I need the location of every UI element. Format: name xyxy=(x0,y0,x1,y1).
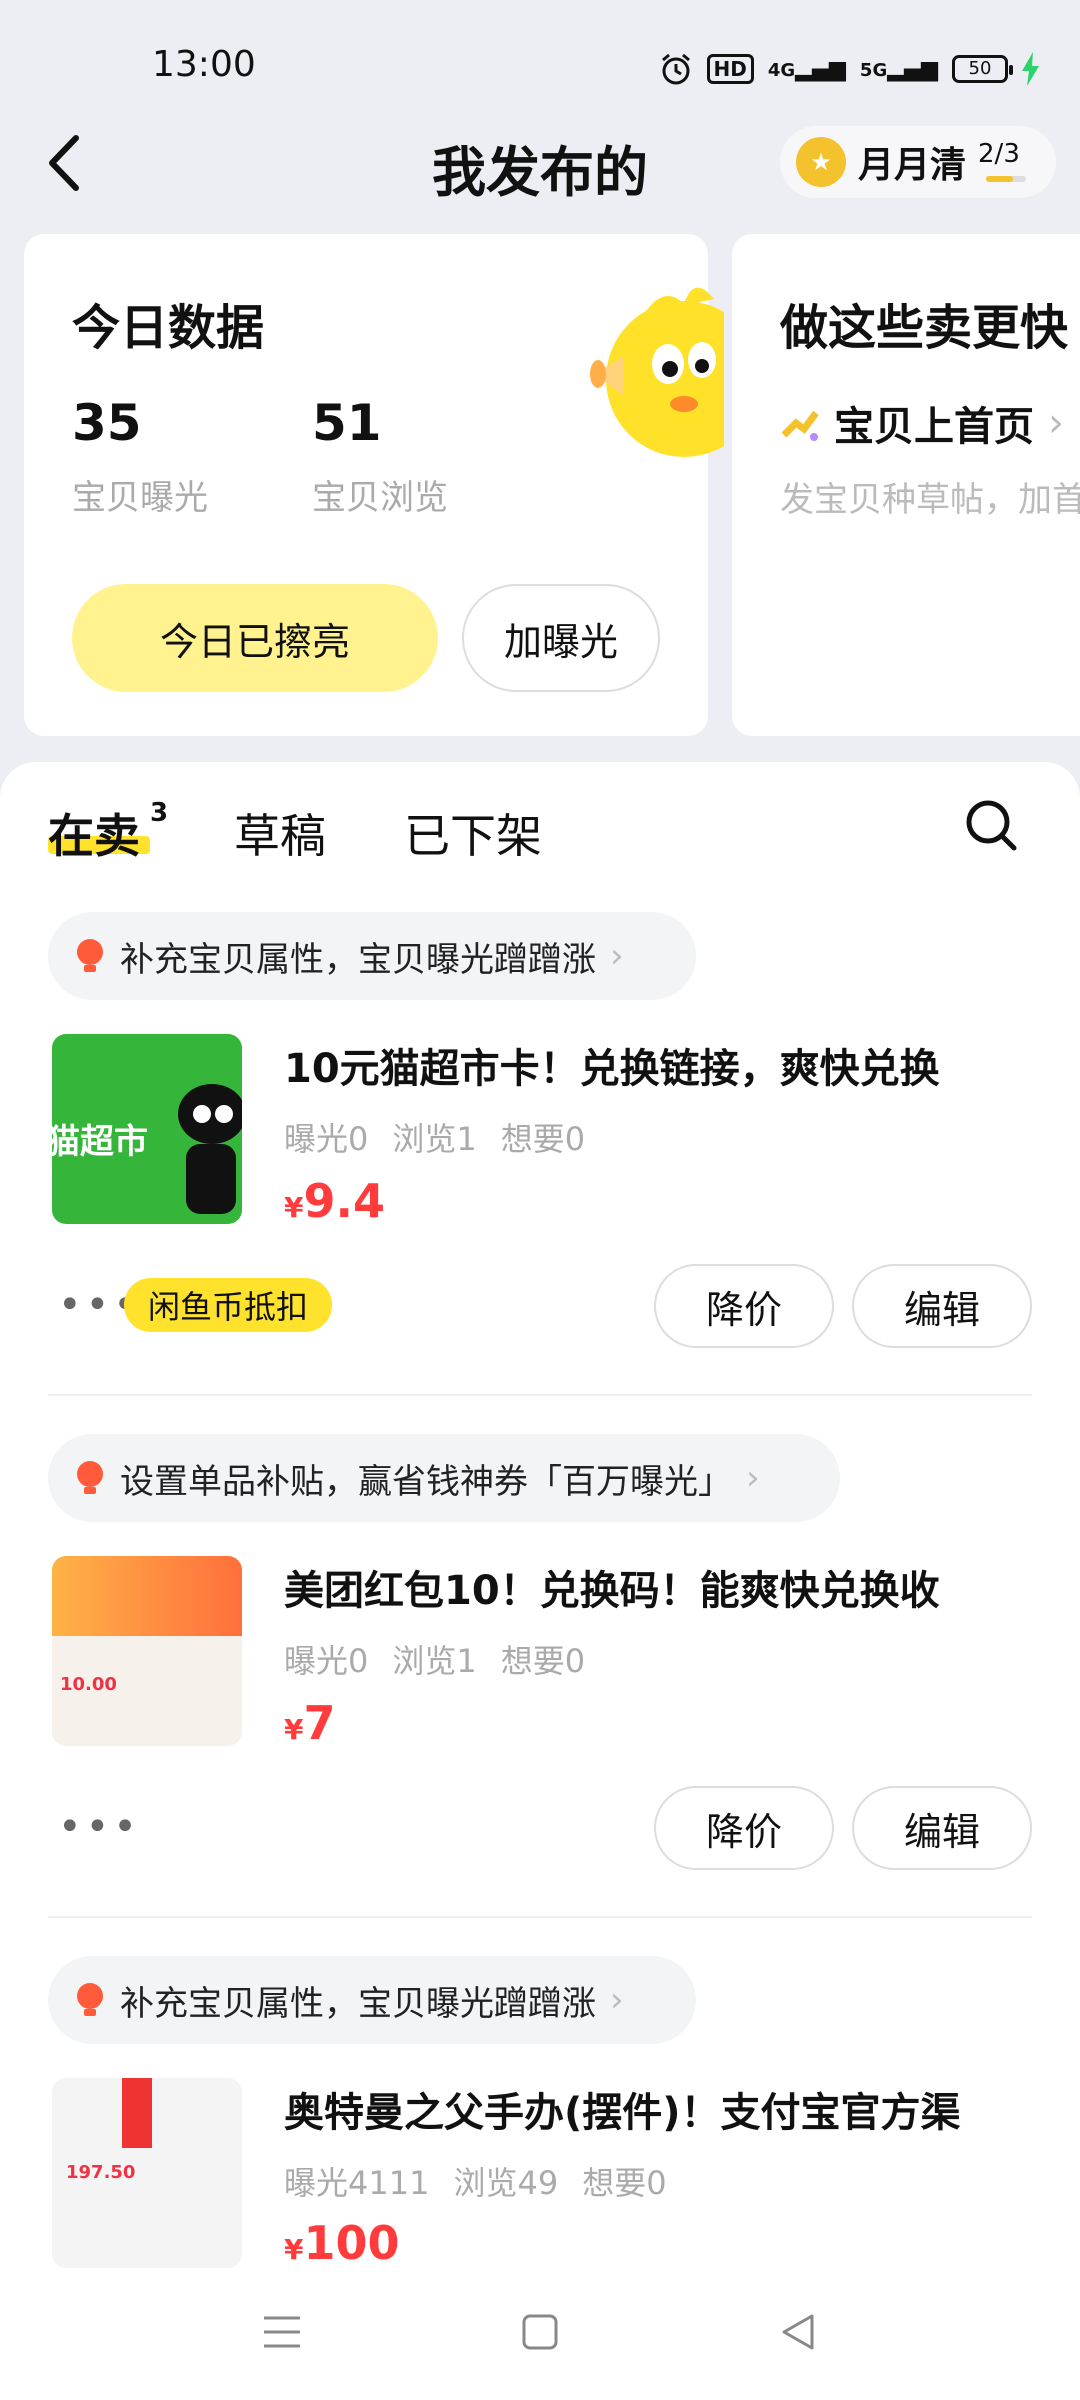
item-price: ¥100 xyxy=(284,2216,400,2270)
polished-today-button[interactable]: 今日已擦亮 xyxy=(72,584,438,692)
views-label: 宝贝浏览 xyxy=(312,478,448,518)
item-tip-pill[interactable]: 补充宝贝属性，宝贝曝光蹭蹭涨 › xyxy=(48,912,696,1000)
chevron-right-icon: › xyxy=(610,1980,624,2020)
edit-button[interactable]: 编辑 xyxy=(852,1264,1032,1348)
item-price: ¥7 xyxy=(284,1696,336,1750)
stat-exposure: 曝光0 xyxy=(284,1642,369,1680)
stat-wants: 想要0 xyxy=(500,1120,586,1158)
today-data-card: 今日数据 35 宝贝曝光 51 宝贝浏览 今日已擦亮 加曝光 xyxy=(24,234,724,736)
lightbulb-icon xyxy=(77,1983,103,2016)
item-stats: 曝光4111 浏览49 想要0 xyxy=(284,2158,691,2204)
home-icon[interactable] xyxy=(520,2312,560,2352)
stat-exposure: 曝光4111 xyxy=(284,2164,430,2202)
item-tip-text: 补充宝贝属性，宝贝曝光蹭蹭涨 xyxy=(120,1983,596,2024)
chevron-right-icon: › xyxy=(746,1458,760,1498)
battery-icon: 50 xyxy=(952,55,1013,83)
hd-badge: HD xyxy=(706,54,754,84)
tab-on-sale-count: 3 xyxy=(150,798,169,828)
lightbulb-icon xyxy=(77,939,103,972)
signal-4g-icon: 4G▂▄▆ xyxy=(767,56,846,82)
views-count: 51 xyxy=(312,394,382,452)
item-price: ¥9.4 xyxy=(284,1174,385,1228)
coin-deduct-tag: 闲鱼币抵扣 xyxy=(124,1278,333,1332)
item-thumbnail[interactable]: 197.50 xyxy=(52,2078,242,2268)
charging-icon xyxy=(1022,52,1039,86)
monthly-clear-label: 月月清 xyxy=(858,145,967,186)
stat-wants: 想要0 xyxy=(500,1642,586,1680)
stat-views: 浏览49 xyxy=(453,2164,559,2202)
mascot-chick-icon xyxy=(590,287,724,457)
chevron-right-icon: › xyxy=(610,936,624,976)
stat-exposure: 曝光0 xyxy=(284,1120,369,1158)
trend-up-icon xyxy=(781,410,819,441)
menu-icon[interactable] xyxy=(262,2312,302,2352)
signal-5g-icon: 5G▂▄▆ xyxy=(859,56,938,82)
item-title[interactable]: 10元猫超市卡！兑换链接，爽快兑换 xyxy=(284,1036,940,1094)
item-stats: 曝光0 浏览1 想要0 xyxy=(284,1636,609,1682)
exposure-label: 宝贝曝光 xyxy=(72,478,208,518)
coin-bag-icon: ★ xyxy=(796,137,846,187)
item-tip-text: 补充宝贝属性，宝贝曝光蹭蹭涨 xyxy=(120,939,596,980)
stat-wants: 想要0 xyxy=(582,2164,667,2202)
item-tip-pill[interactable]: 设置单品补贴，赢省钱神券「百万曝光」 › xyxy=(48,1434,840,1522)
item-tip-text: 设置单品补贴，赢省钱神券「百万曝光」 xyxy=(120,1461,732,1502)
thumb-caption: 10.00 xyxy=(60,1674,117,1695)
chevron-right-icon: › xyxy=(1048,400,1064,446)
tab-removed[interactable]: 已下架 xyxy=(404,800,542,866)
item-stats: 曝光0 浏览1 想要0 xyxy=(284,1114,609,1160)
tab-drafts[interactable]: 草稿 xyxy=(234,800,326,866)
reduce-price-button[interactable]: 降价 xyxy=(654,1264,834,1348)
system-nav-bar xyxy=(0,2270,1080,2400)
search-icon[interactable] xyxy=(964,798,1020,854)
monthly-clear-badge[interactable]: ★ 月月清 2/3 xyxy=(780,126,1056,198)
thumb-banner xyxy=(52,1556,242,1636)
lightbulb-icon xyxy=(77,1461,103,1494)
homepage-promo-item[interactable]: 宝贝上首页 › xyxy=(780,394,1064,452)
sell-faster-card[interactable]: 做这些卖更快 宝贝上首页 › 发宝贝种草帖，加首 xyxy=(732,234,1080,736)
item-title[interactable]: 奥特曼之父手办(摆件)！支付宝官方渠 xyxy=(284,2080,961,2138)
status-icons: HD 4G▂▄▆ 5G▂▄▆ 50 xyxy=(659,52,1041,86)
exposure-count: 35 xyxy=(72,394,142,452)
reduce-price-button[interactable]: 降价 xyxy=(654,1786,834,1870)
item-tip-pill[interactable]: 补充宝贝属性，宝贝曝光蹭蹭涨 › xyxy=(48,1956,696,2044)
back-nav-icon[interactable] xyxy=(778,2312,818,2352)
tmall-cat-icon xyxy=(178,1084,242,1214)
more-options-icon[interactable]: ••• xyxy=(58,1804,141,1850)
item-title[interactable]: 美团红包10！兑换码！能爽快兑换收 xyxy=(284,1558,940,1616)
item-thumbnail[interactable]: 10.00 xyxy=(52,1556,242,1746)
tab-on-sale[interactable]: 在卖 xyxy=(48,800,140,866)
status-time: 13:00 xyxy=(152,44,256,85)
sell-faster-title: 做这些卖更快 xyxy=(780,300,1069,356)
stat-views: 浏览1 xyxy=(392,1120,477,1158)
boost-exposure-button[interactable]: 加曝光 xyxy=(462,584,660,692)
stat-views: 浏览1 xyxy=(392,1642,477,1680)
item-thumbnail[interactable]: 猫超市 xyxy=(52,1034,242,1224)
thumb-caption: 197.50 xyxy=(66,2162,136,2183)
divider xyxy=(48,1916,1032,1918)
homepage-promo-sub: 发宝贝种草帖，加首 xyxy=(780,480,1080,520)
figure-leg-shape xyxy=(122,2078,152,2148)
monthly-progress-bar xyxy=(986,176,1026,182)
alarm-icon xyxy=(661,53,690,85)
monthly-clear-progress: 2/3 xyxy=(978,139,1020,169)
edit-button[interactable]: 编辑 xyxy=(852,1786,1032,1870)
homepage-promo-label: 宝贝上首页 xyxy=(834,404,1034,450)
divider xyxy=(48,1394,1032,1396)
today-data-title: 今日数据 xyxy=(72,300,265,356)
